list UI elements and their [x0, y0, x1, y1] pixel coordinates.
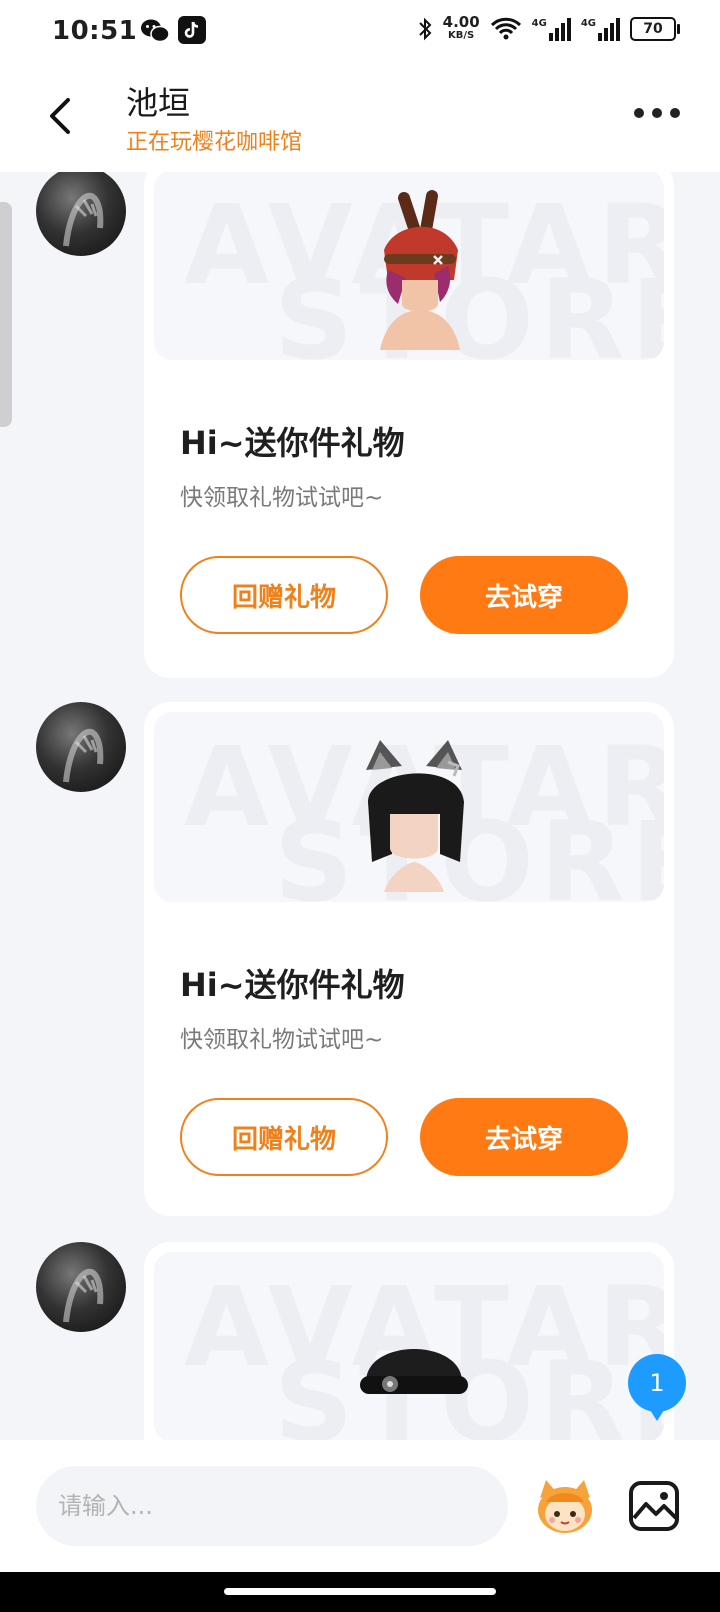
contact-name: 池垣: [126, 84, 191, 122]
gift-banner: AVATAR STORE: [154, 712, 664, 902]
try-on-button[interactable]: 去试穿: [420, 556, 628, 634]
message-list[interactable]: AVATAR STORE Hi~送你件礼物 快领取礼物试试吧~ 回赠礼物 去试穿: [0, 172, 720, 1440]
gift-card: AVATAR STORE Hi~送你件礼物 快领取礼物试试吧~ 回赠礼物 去试穿: [144, 702, 674, 1216]
wifi-icon: [490, 17, 521, 40]
gift-banner: AVATAR STORE: [154, 1252, 664, 1440]
more-dots-icon[interactable]: [634, 102, 684, 124]
message-input[interactable]: [36, 1466, 508, 1546]
input-bar: [0, 1440, 720, 1572]
scroll-handle[interactable]: [0, 202, 12, 427]
status-right: 4.00 KB/S 4G 4G 70: [417, 13, 680, 42]
tiktok-icon: [178, 16, 206, 44]
battery-indicator: 70: [630, 17, 680, 41]
chat-header: 池垣 正在玩樱花咖啡馆: [0, 64, 720, 172]
status-bar: 10:51 4.00 KB/S 4G 4G 70: [0, 0, 720, 64]
wechat-icon: [141, 19, 170, 43]
sender-avatar[interactable]: [36, 172, 126, 256]
status-time: 10:51: [52, 16, 138, 46]
mascot-icon[interactable]: [532, 1476, 598, 1536]
back-chevron-icon[interactable]: [36, 90, 88, 142]
return-gift-button[interactable]: 回赠礼物: [180, 556, 388, 634]
gift-card: AVATAR STORE Hi~送你件礼物 快领取礼物试试吧~ 回赠礼物 去试穿: [144, 172, 674, 678]
gift-card: AVATAR STORE: [144, 1242, 674, 1440]
try-on-button[interactable]: 去试穿: [420, 1098, 628, 1176]
contact-status: 正在玩樱花咖啡馆: [126, 130, 303, 155]
sender-avatar[interactable]: [36, 1242, 126, 1332]
unread-count-badge[interactable]: 1: [628, 1354, 686, 1421]
gift-title: Hi~送你件礼物: [180, 424, 405, 462]
network-speed: 4.00 KB/S: [442, 13, 480, 42]
gift-item-hat-image: [360, 1349, 468, 1394]
signal-4g-1: 4G: [532, 17, 571, 41]
signal-4g-2: 4G: [581, 17, 620, 41]
bluetooth-icon: [418, 17, 432, 41]
gift-subtitle: 快领取礼物试试吧~: [180, 1027, 384, 1053]
gift-item-cat-ears-image: [366, 740, 464, 892]
return-gift-button[interactable]: 回赠礼物: [180, 1098, 388, 1176]
gift-banner: AVATAR STORE: [154, 172, 664, 360]
sender-avatar[interactable]: [36, 702, 126, 792]
gift-title: Hi~送你件礼物: [180, 966, 405, 1004]
image-icon[interactable]: [626, 1478, 682, 1534]
gift-subtitle: 快领取礼物试试吧~: [180, 485, 384, 511]
system-nav-bar: [0, 1572, 720, 1612]
home-gesture-bar[interactable]: [224, 1588, 496, 1595]
gift-item-hair-ears-image: [380, 190, 460, 350]
